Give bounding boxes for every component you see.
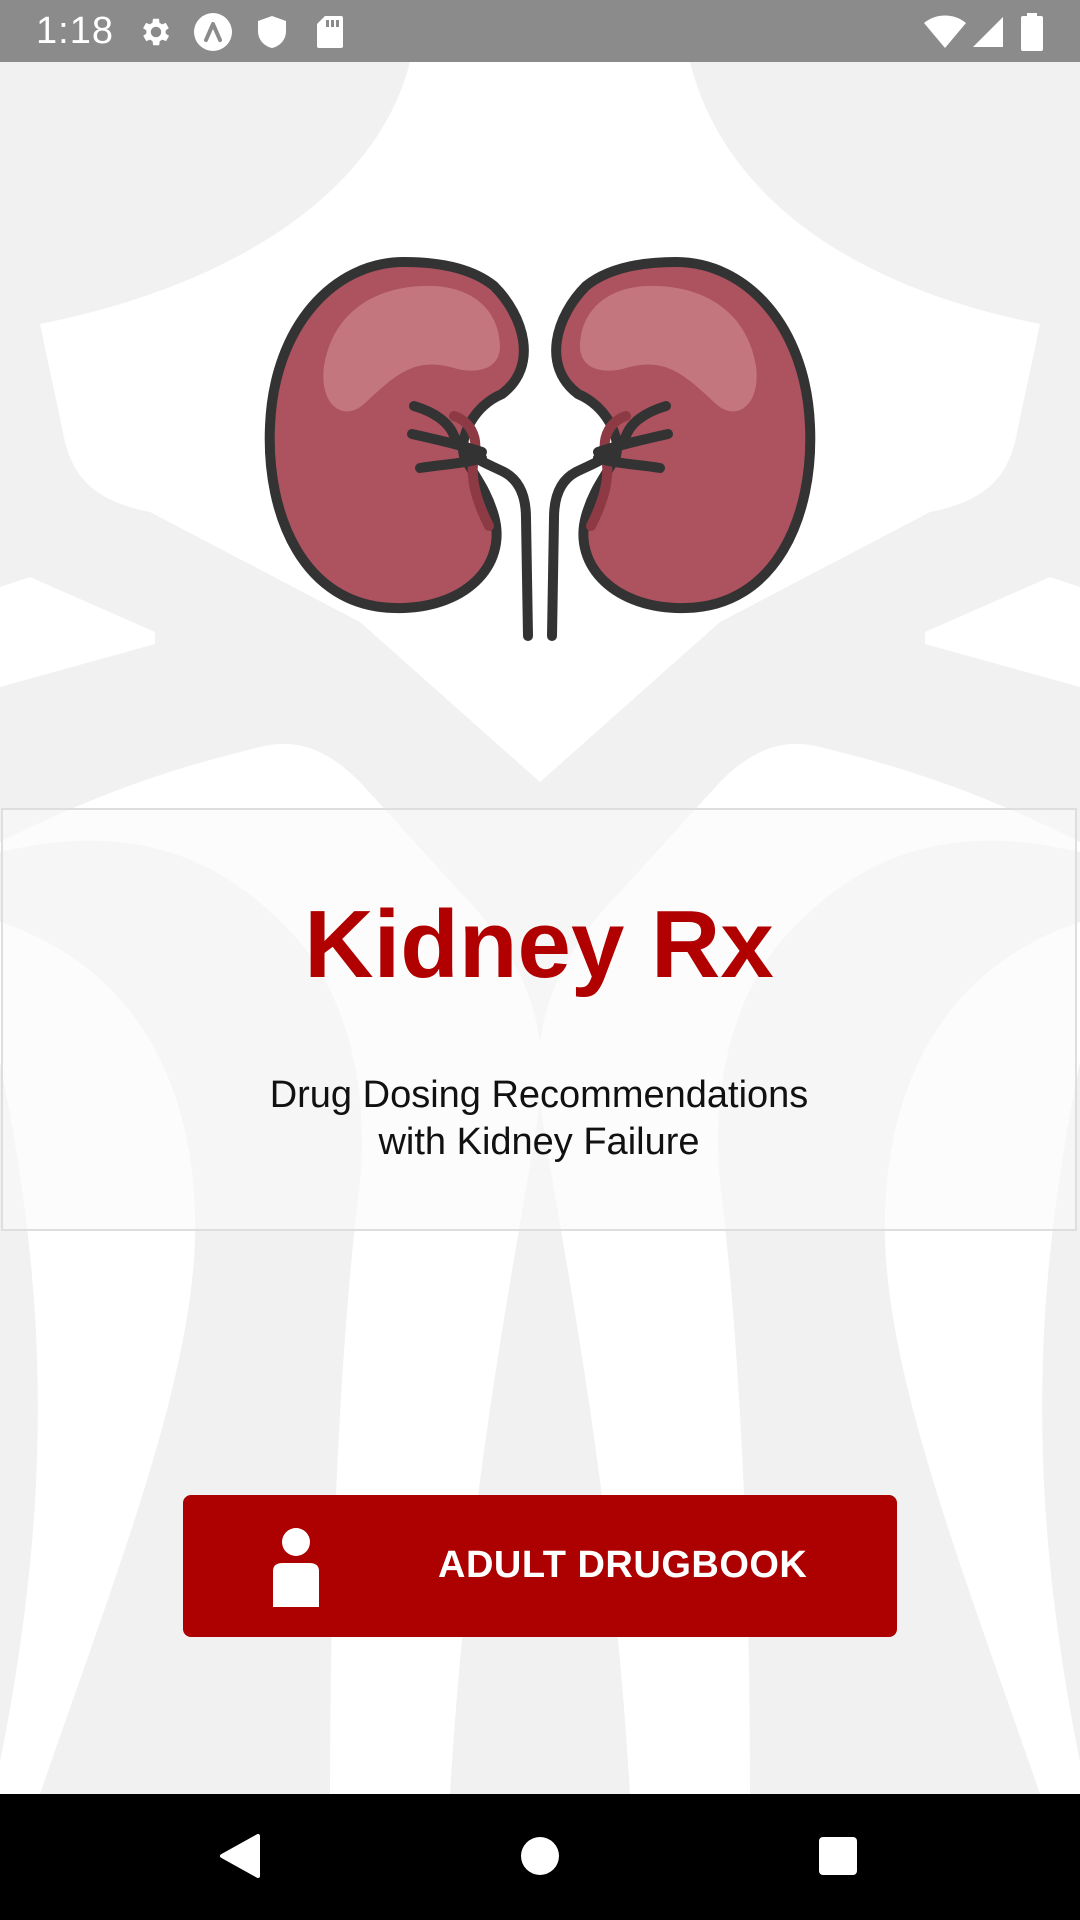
subtitle-line-1: Drug Dosing Recommendations	[269, 1074, 809, 1116]
cellular-signal-icon	[968, 12, 1008, 52]
shield-icon	[252, 12, 292, 52]
adult-drugbook-button[interactable]: ADULT DRUGBOOK	[183, 1495, 897, 1637]
person-icon	[273, 1528, 319, 1607]
kidney-illustration	[264, 257, 816, 641]
app-subtitle: Drug Dosing Recommendations with Kidney …	[3, 1072, 1075, 1166]
status-time: 1:18	[36, 10, 114, 52]
back-icon[interactable]	[208, 1824, 272, 1888]
title-card: Kidney Rx Drug Dosing Recommendations wi…	[1, 808, 1077, 1231]
home-icon[interactable]	[508, 1824, 572, 1888]
navigation-bar	[0, 1794, 1080, 1920]
battery-icon	[1012, 12, 1052, 52]
recents-icon[interactable]	[806, 1824, 870, 1888]
subtitle-line-2: with Kidney Failure	[378, 1121, 700, 1163]
status-bar: 1:18	[0, 0, 1080, 62]
app-title: Kidney Rx	[304, 891, 774, 998]
adult-drugbook-label: ADULT DRUGBOOK	[438, 1544, 808, 1586]
gear-icon	[136, 12, 176, 52]
lambda-app-icon	[193, 12, 233, 52]
wifi-icon	[922, 12, 968, 52]
sd-card-icon	[310, 12, 350, 52]
